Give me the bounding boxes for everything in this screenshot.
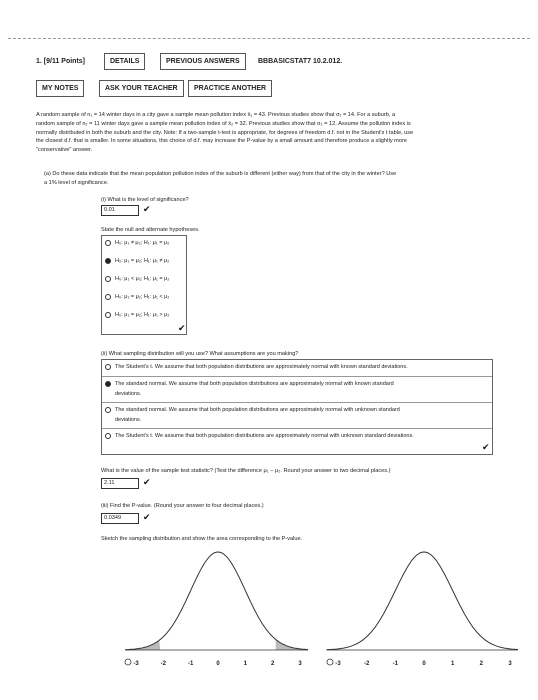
hypothesis-option-2[interactable]: H₀: μ₁ < μ₂; H₁: μ₁ = μ₂ [105, 275, 169, 283]
my-notes-button[interactable]: MY NOTES [36, 80, 85, 97]
check-icon: ✔ [482, 442, 490, 452]
problem-statement: A random sample of n₁ = 14 winter days i… [36, 111, 506, 155]
check-icon: ✔ [143, 512, 151, 522]
radio-selected-icon [105, 380, 111, 387]
radio-icon [105, 311, 111, 318]
shaded-tail-left [125, 640, 161, 650]
radio-icon [124, 658, 132, 666]
significance-answer-input[interactable]: 0.01 [101, 205, 139, 216]
hypotheses-prompt: State the null and alternate hypotheses. [101, 227, 200, 233]
hypotheses-options: H₀: μ₁ ≠ μ₂; H₁: μ₁ = μ₂ H₀: μ₁ = μ₂; H₁… [101, 235, 187, 335]
distribution-option-1[interactable]: The standard normal. We assume that both… [105, 380, 394, 388]
tick-label: -3 [335, 661, 341, 667]
sketch-graph-option-1[interactable]: -3 -2 -1 0 1 2 3 [118, 548, 308, 670]
sketch-graph-option-2[interactable]: -3 -2 -1 0 1 2 3 [318, 548, 518, 670]
part-a-line: a 1% level of significance. [44, 179, 109, 186]
radio-icon [105, 363, 111, 370]
sampling-question: (ii) What sampling distribution will you… [101, 351, 299, 357]
tick-label: -1 [393, 661, 399, 667]
normal-curve [125, 551, 308, 651]
top-divider [8, 38, 530, 39]
normal-curve [326, 551, 518, 651]
radio-icon [105, 275, 111, 282]
check-icon: ✔ [143, 477, 151, 487]
option-divider [102, 376, 492, 377]
distribution-option-0[interactable]: The Student's t. We assume that both pop… [105, 363, 408, 371]
p-value-input[interactable]: 0.0349 [101, 513, 139, 524]
hypothesis-option-3[interactable]: H₀: μ₁ = μ₂; H₁: μ₁ < μ₂ [105, 293, 169, 301]
tick-label: -2 [364, 661, 370, 667]
problem-line: normally distributed in both the suburb … [36, 129, 414, 136]
tick-label: 1 [244, 661, 248, 667]
hypothesis-option-4[interactable]: H₀: μ₁ = μ₂; H₁: μ₁ > μ₂ [105, 311, 169, 319]
part-a-line: (a) Do these data indicate that the mean… [44, 171, 397, 177]
radio-icon [105, 239, 111, 246]
tick-label: 3 [298, 661, 302, 667]
test-statistic-input[interactable]: 2.11 [101, 478, 139, 489]
problem-line: A random sample of n₁ = 14 winter days i… [36, 112, 396, 118]
radio-selected-icon [105, 257, 111, 264]
problem-line: "conservative" answer. [36, 147, 93, 154]
p-value-question: (iii) Find the P-value. (Round your answ… [101, 503, 264, 509]
distribution-option-2-cont: deviations. [115, 417, 142, 423]
problem-line: random sample of n₂ = 11 winter days gav… [36, 120, 411, 127]
tick-label: -2 [161, 661, 167, 667]
test-statistic-question: What is the value of the sample test sta… [101, 468, 391, 474]
option-divider [102, 428, 492, 429]
tick-label: -3 [133, 661, 139, 667]
practice-another-button[interactable]: PRACTICE ANOTHER [188, 80, 273, 97]
tick-label: 2 [480, 661, 484, 667]
distribution-option-2[interactable]: The standard normal. We assume that both… [105, 406, 400, 414]
tick-label: 3 [508, 661, 512, 667]
previous-answers-button[interactable]: PREVIOUS ANSWERS [160, 53, 246, 70]
distribution-option-1-cont: deviations. [115, 391, 142, 397]
option-divider [102, 402, 492, 403]
tick-label: -1 [188, 661, 194, 667]
sampling-options: The Student's t. We assume that both pop… [101, 359, 493, 455]
radio-icon [105, 432, 111, 439]
ask-teacher-button[interactable]: ASK YOUR TEACHER [99, 80, 184, 97]
part-a-intro: (a) Do these data indicate that the mean… [44, 170, 504, 188]
tick-label: 1 [451, 661, 455, 667]
problem-code: BBBASICSTAT7 10.2.012. [258, 58, 343, 65]
radio-icon [326, 658, 334, 666]
distribution-option-3[interactable]: The Student's t. We assume that both pop… [105, 432, 414, 440]
tick-label: 0 [422, 661, 426, 667]
check-icon: ✔ [143, 204, 151, 214]
shaded-tail-right [275, 639, 308, 650]
radio-icon [105, 406, 111, 413]
sketch-prompt: Sketch the sampling distribution and sho… [101, 536, 303, 542]
question-number: 1. [9/11 Points] [36, 58, 86, 65]
hypothesis-option-0[interactable]: H₀: μ₁ ≠ μ₂; H₁: μ₁ = μ₂ [105, 239, 169, 247]
problem-line: the closest d.f. that is smaller. In som… [36, 138, 407, 145]
tick-label: 0 [216, 661, 220, 667]
hypothesis-option-1[interactable]: H₀: μ₁ = μ₂; H₁: μ₁ ≠ μ₂ [105, 257, 169, 265]
tick-label: 2 [271, 661, 275, 667]
check-icon: ✔ [178, 323, 186, 333]
details-button[interactable]: DETAILS [104, 53, 146, 70]
radio-icon [105, 293, 111, 300]
